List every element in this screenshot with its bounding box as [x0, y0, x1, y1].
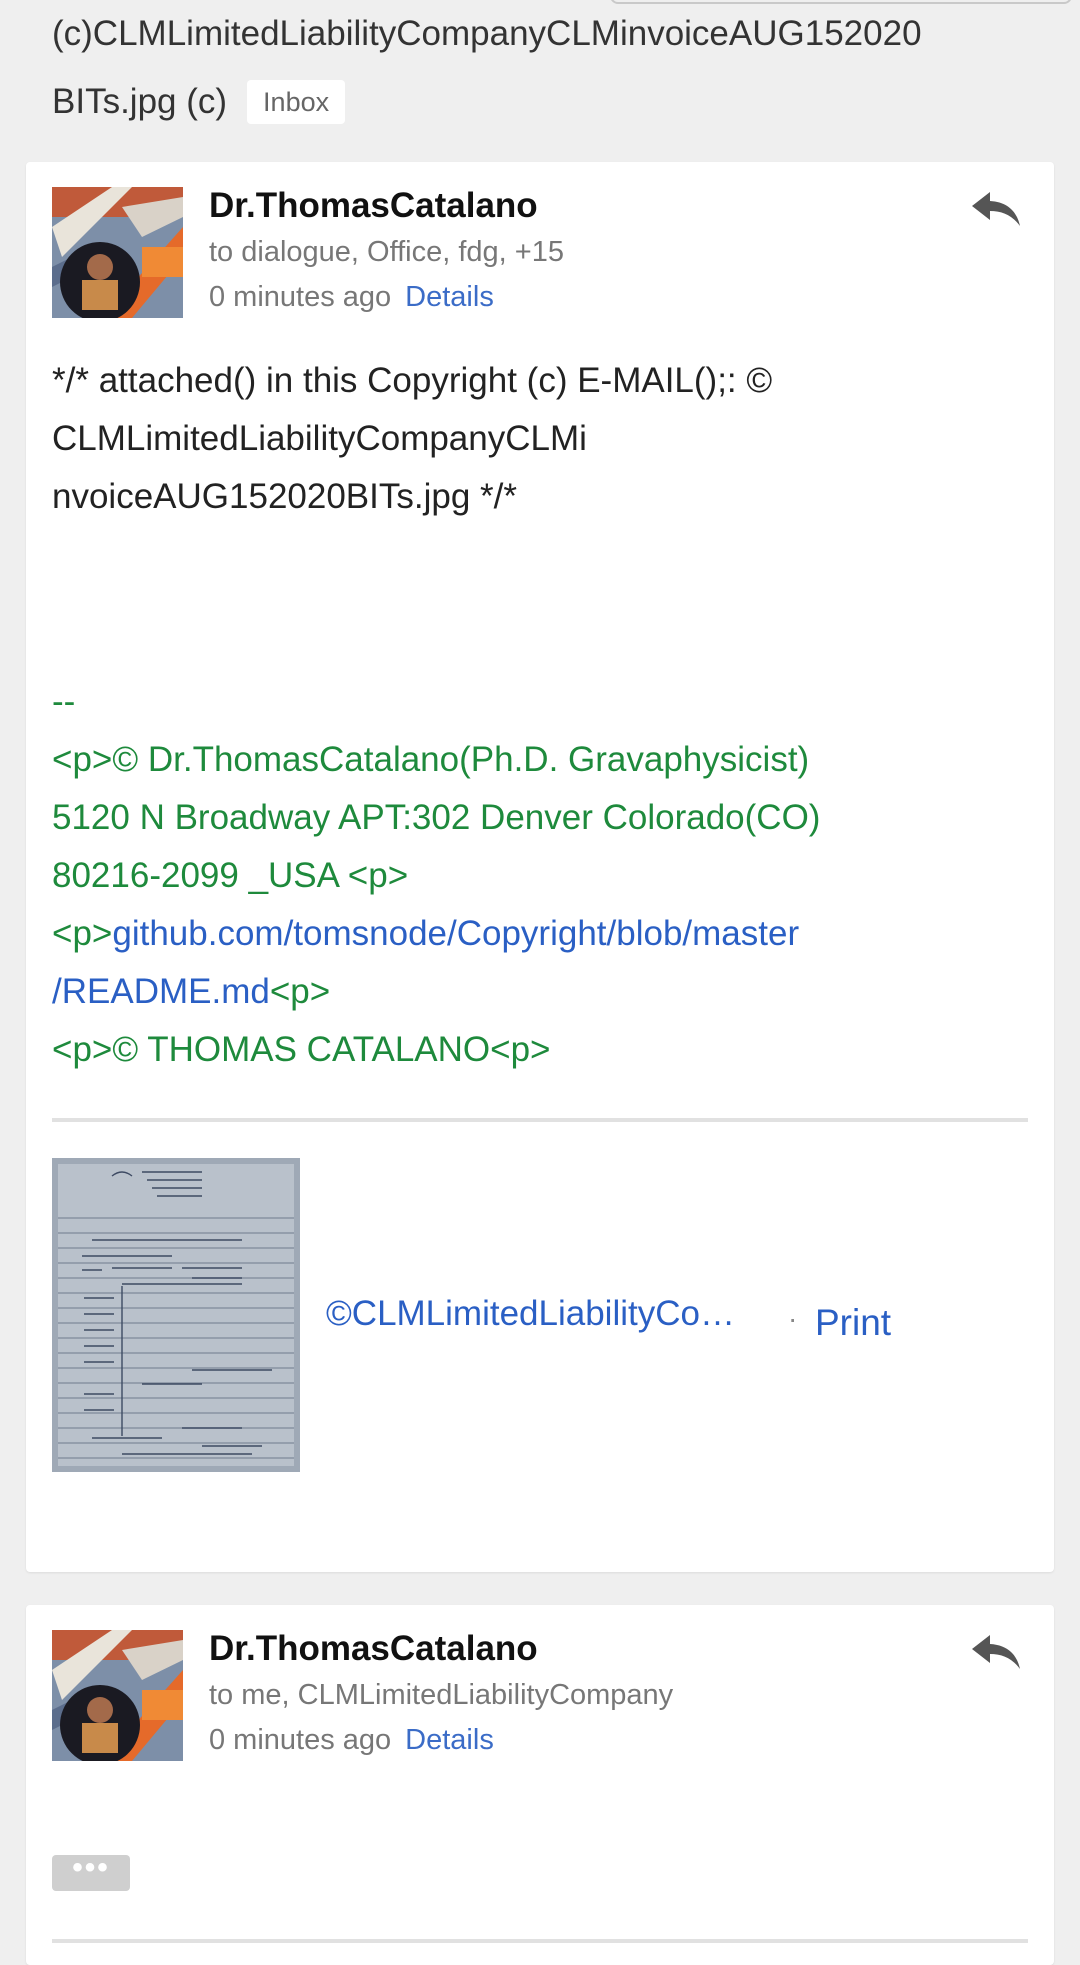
github-link[interactable]: github.com/tomsnode/Copyright/blob/maste…	[112, 914, 799, 953]
details-link[interactable]: Details	[405, 1724, 494, 1756]
email-signature: -- <p>© Dr.ThomasCatalano(Ph.D. Gravaphy…	[52, 673, 1032, 1079]
sender-name[interactable]: Dr.ThomasCatalano	[209, 1625, 538, 1673]
signature-line: 5120 N Broadway APT:302 Denver Colorado(…	[52, 798, 821, 837]
reply-button[interactable]	[968, 1625, 1024, 1681]
thread-header: (c)CLMLimitedLiabilityCompanyCLMinvoiceA…	[0, 0, 1080, 160]
signature-link-line: <p>github.com/tomsnode/Copyright/blob/ma…	[52, 905, 1032, 963]
message-card: Dr.ThomasCatalano to dialogue, Office, f…	[26, 162, 1054, 1572]
sender-avatar[interactable]	[52, 1630, 183, 1761]
message-card: Dr.ThomasCatalano to me, CLMLimitedLiabi…	[26, 1605, 1054, 1965]
message-time: 0 minutes ago	[209, 1724, 392, 1756]
sender-avatar[interactable]	[52, 187, 183, 318]
subject-line-2: BITs.jpg (c)	[52, 82, 228, 121]
recipients-list[interactable]: to me, CLMLimitedLiabilityCompany	[209, 1673, 673, 1717]
message-time: 0 minutes ago	[209, 281, 392, 313]
attachment-divider	[52, 1118, 1028, 1122]
reply-button[interactable]	[968, 182, 1024, 238]
signature-prefix: <p>	[52, 914, 113, 953]
recipients-list[interactable]: to dialogue, Office, fdg, +15	[209, 230, 564, 274]
signature-line: <p>© Dr.ThomasCatalano(Ph.D. Gravaphysic…	[52, 740, 810, 779]
body-line: nvoiceAUG152020BITs.jpg */*	[52, 477, 517, 516]
signature-link-line: /README.md<p>	[52, 963, 1032, 1021]
reply-icon	[972, 192, 1020, 226]
thread-subject: (c)CLMLimitedLiabilityCompanyCLMinvoiceA…	[52, 0, 1012, 136]
message-meta: 0 minutes ago Details	[209, 1718, 494, 1762]
readme-link[interactable]: /README.md	[52, 972, 270, 1011]
attachment-thumbnail[interactable]	[52, 1158, 300, 1472]
body-line: CLMLimitedLiabilityCompanyCLMi	[52, 419, 587, 458]
message-divider	[52, 1939, 1028, 1943]
signature-line: <p>© THOMAS CATALANO<p>	[52, 1030, 551, 1069]
subject-line-1: (c)CLMLimitedLiabilityCompanyCLMinvoiceA…	[52, 14, 922, 53]
message-meta: 0 minutes ago Details	[209, 275, 494, 319]
reply-icon	[972, 1635, 1020, 1669]
attachment-separator: ·	[788, 1303, 798, 1334]
signature-line: 80216-2099 _USA <p>	[52, 856, 409, 895]
details-link[interactable]: Details	[405, 281, 494, 313]
signature-suffix: <p>	[269, 972, 331, 1011]
body-line: */* attached() in this Copyright (c) E-M…	[52, 361, 773, 400]
message-body: */* attached() in this Copyright (c) E-M…	[52, 352, 1012, 526]
sender-name[interactable]: Dr.ThomasCatalano	[209, 182, 538, 230]
signature-dashes: --	[52, 682, 76, 721]
show-quoted-text-button[interactable]: •••	[52, 1853, 130, 1891]
print-link[interactable]: Print	[815, 1298, 891, 1348]
inbox-label-badge[interactable]: Inbox	[247, 80, 346, 124]
attachment-filename-link[interactable]: ©CLMLimitedLiabilityCompanyCLMinvoiceAUG…	[326, 1289, 746, 1339]
